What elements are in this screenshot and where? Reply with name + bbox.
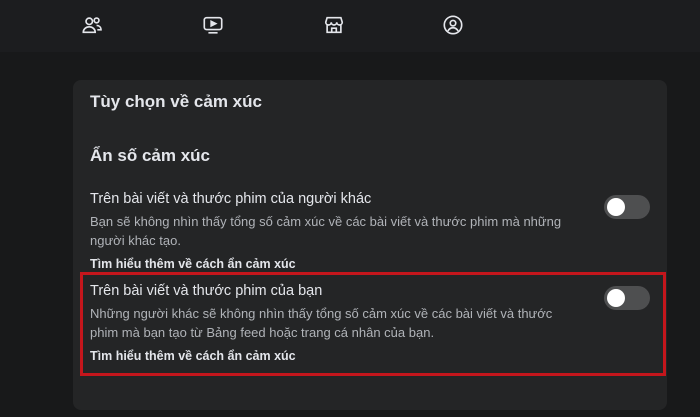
marketplace-icon[interactable] xyxy=(322,13,346,37)
groups-icon[interactable] xyxy=(441,13,465,37)
toggle-knob xyxy=(607,198,625,216)
highlight-frame xyxy=(80,272,666,376)
learn-more-link[interactable]: Tìm hiểu thêm về cách ẩn cảm xúc xyxy=(90,257,650,271)
top-navigation-bar xyxy=(0,0,700,52)
hide-reaction-count-heading: Ẩn số cảm xúc xyxy=(90,146,210,165)
option-title: Trên bài viết và thước phim của người kh… xyxy=(90,191,372,207)
option-description: Bạn sẽ không nhìn thấy tổng số cảm xúc v… xyxy=(90,214,562,248)
video-icon[interactable] xyxy=(201,13,225,37)
option-others-posts: Trên bài viết và thước phim của người kh… xyxy=(90,191,650,271)
friends-icon[interactable] xyxy=(80,13,104,37)
panel-title: Tùy chọn về cảm xúc xyxy=(90,92,262,111)
toggle-others-posts[interactable] xyxy=(604,195,650,219)
